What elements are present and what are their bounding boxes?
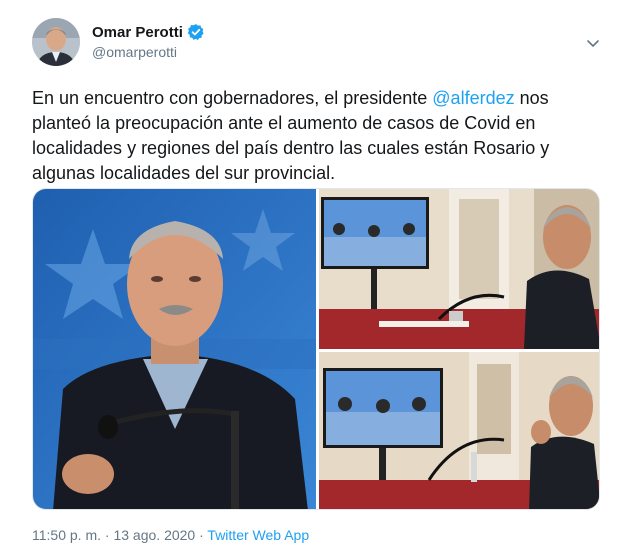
photo-portrait[interactable] [33, 189, 316, 509]
mention-link[interactable]: @alferdez [432, 88, 514, 108]
photo-videoconference-2[interactable] [319, 352, 599, 509]
author-name-row[interactable]: Omar Perotti [92, 23, 205, 41]
author-handle[interactable]: @omarperotti [92, 44, 177, 60]
meta-separator-2: · [195, 527, 208, 543]
verified-badge-icon [187, 23, 205, 41]
author-name[interactable]: Omar Perotti [92, 24, 183, 41]
tweet-source[interactable]: Twitter Web App [207, 527, 309, 543]
photo-videoconference-1[interactable] [319, 189, 599, 349]
tweet-text: En un encuentro con gobernadores, el pre… [32, 86, 592, 186]
tweet-card: Omar Perotti @omarperotti En un encuentr… [0, 0, 624, 557]
media-grid [32, 188, 600, 510]
tweet-meta: 11:50 p. m. · 13 ago. 2020 · Twitter Web… [32, 527, 309, 543]
avatar[interactable] [32, 18, 80, 66]
meta-separator: · [101, 527, 114, 543]
tweet-date[interactable]: 13 ago. 2020 [113, 527, 195, 543]
tweet-text-start: En un encuentro con gobernadores, el pre… [32, 88, 433, 108]
chevron-down-icon[interactable] [584, 34, 602, 52]
tweet-time[interactable]: 11:50 p. m. [32, 527, 101, 543]
